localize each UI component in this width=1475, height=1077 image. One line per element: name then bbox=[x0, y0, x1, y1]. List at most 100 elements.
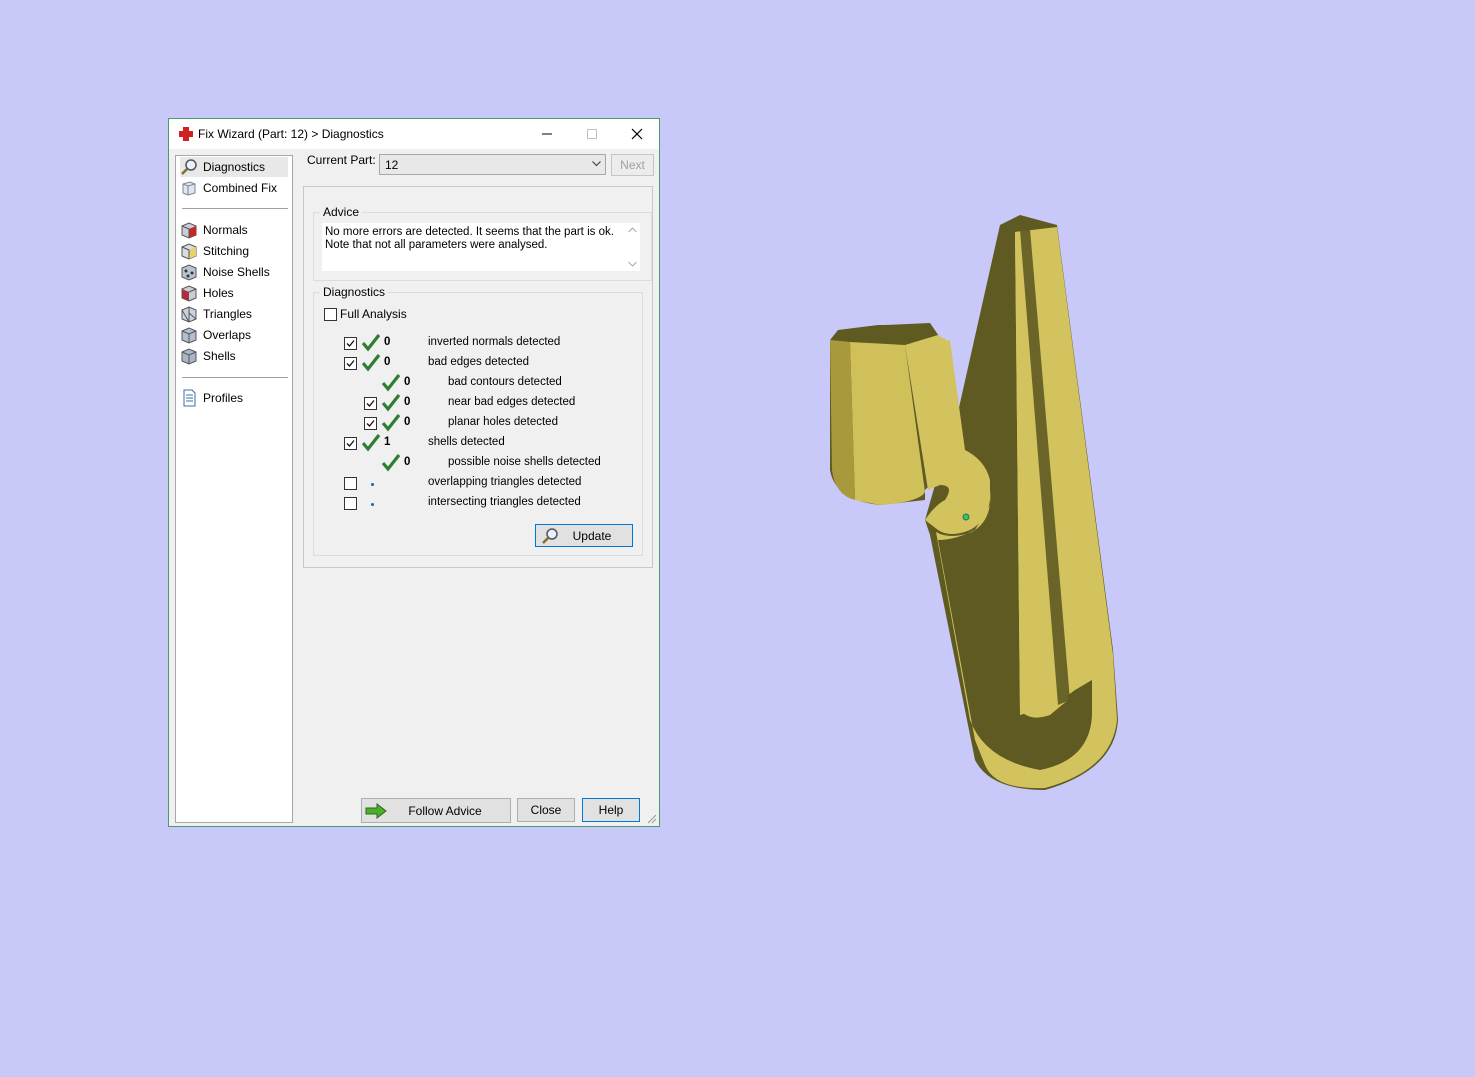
sidebar-item-overlaps[interactable]: Overlaps bbox=[180, 325, 288, 345]
close-button[interactable]: Close bbox=[517, 798, 575, 822]
diag-row-checkbox[interactable] bbox=[364, 397, 377, 410]
title-bar[interactable]: Fix Wizard (Part: 12) > Diagnostics bbox=[169, 119, 659, 149]
ok-check-icon bbox=[362, 334, 380, 352]
sidebar-item-triangles[interactable]: Triangles bbox=[180, 304, 288, 324]
sidebar-item-label: Noise Shells bbox=[203, 265, 270, 279]
model-origin-point bbox=[962, 513, 970, 521]
wizard-sidebar: Diagnostics Combined Fix Normals Stitchi… bbox=[175, 155, 293, 823]
ok-check-icon bbox=[382, 414, 400, 432]
ok-check-icon bbox=[382, 374, 400, 392]
magnifier-icon bbox=[181, 159, 197, 175]
checkmark-icon bbox=[366, 400, 375, 407]
diag-row-count: 0 bbox=[404, 376, 411, 388]
ok-check-icon bbox=[382, 394, 400, 412]
update-button-label: Update bbox=[572, 528, 612, 543]
diag-row-count: 0 bbox=[404, 396, 411, 408]
current-part-value: 12 bbox=[385, 158, 399, 172]
red-cross-icon bbox=[179, 127, 193, 141]
noise-shells-cube-icon bbox=[181, 264, 197, 281]
follow-advice-button[interactable]: Follow Advice bbox=[361, 798, 511, 823]
diag-row-checkbox[interactable] bbox=[364, 417, 377, 430]
sidebar-item-label: Normals bbox=[203, 223, 248, 237]
diag-row-label: overlapping triangles detected bbox=[428, 476, 582, 488]
diag-row-checkbox[interactable] bbox=[344, 477, 357, 490]
shells-cube-icon bbox=[181, 348, 197, 365]
fix-wizard-dialog: Fix Wizard (Part: 12) > Diagnostics Diag… bbox=[168, 118, 660, 827]
diag-row-label: shells detected bbox=[428, 436, 505, 448]
full-analysis-checkbox[interactable] bbox=[324, 308, 337, 321]
checkmark-icon bbox=[366, 420, 375, 427]
sidebar-item-label: Diagnostics bbox=[203, 160, 266, 174]
checkmark-icon bbox=[346, 340, 355, 347]
diag-row-label: inverted normals detected bbox=[428, 336, 561, 348]
diag-row-label: planar holes detected bbox=[448, 416, 558, 428]
minimize-button[interactable] bbox=[524, 119, 569, 149]
diag-row-label: near bad edges detected bbox=[448, 396, 576, 408]
sidebar-separator bbox=[182, 377, 288, 378]
diag-row-count: 0 bbox=[404, 416, 411, 428]
advice-textbox[interactable]: No more errors are detected. It seems th… bbox=[322, 223, 640, 271]
sidebar-item-label: Combined Fix bbox=[203, 181, 278, 195]
sidebar-item-shells[interactable]: Shells bbox=[180, 346, 288, 366]
sidebar-item-label: Triangles bbox=[203, 307, 252, 321]
overlaps-cube-icon bbox=[181, 327, 197, 344]
sidebar-item-label: Overlaps bbox=[203, 328, 252, 342]
sidebar-item-diagnostics[interactable]: Diagnostics bbox=[180, 157, 288, 177]
green-arrow-right-icon bbox=[365, 803, 387, 819]
combined-fix-icon bbox=[182, 181, 196, 196]
not-analysed-dot-icon bbox=[371, 503, 374, 506]
holes-cube-icon bbox=[181, 285, 197, 302]
diag-row-label: intersecting triangles detected bbox=[428, 496, 581, 508]
scroll-up-icon[interactable] bbox=[628, 227, 637, 233]
next-button[interactable]: Next bbox=[611, 154, 654, 176]
current-part-select[interactable]: 12 bbox=[379, 154, 606, 175]
profiles-document-icon bbox=[183, 389, 196, 407]
ok-check-icon bbox=[362, 354, 380, 372]
advice-text: No more errors are detected. It seems th… bbox=[325, 226, 614, 251]
checkmark-icon bbox=[346, 360, 355, 367]
sidebar-item-noise-shells[interactable]: Noise Shells bbox=[180, 262, 288, 282]
ok-check-icon bbox=[362, 434, 380, 452]
normals-cube-icon bbox=[181, 222, 197, 239]
maximize-icon bbox=[586, 129, 597, 139]
diagnostics-title: Diagnostics bbox=[320, 285, 389, 299]
sidebar-item-label: Profiles bbox=[203, 391, 244, 405]
sidebar-item-normals[interactable]: Normals bbox=[180, 220, 288, 240]
diag-row-count: 1 bbox=[384, 436, 391, 448]
sidebar-item-holes[interactable]: Holes bbox=[180, 283, 288, 303]
triangles-cube-icon bbox=[181, 306, 197, 323]
sidebar-item-stitching[interactable]: Stitching bbox=[180, 241, 288, 261]
resize-grip-icon[interactable] bbox=[647, 814, 657, 824]
sidebar-separator bbox=[182, 208, 288, 209]
diagnostics-group: Diagnostics Full Analysis 0 inverted nor… bbox=[313, 285, 643, 556]
diag-row-checkbox[interactable] bbox=[344, 497, 357, 510]
sidebar-item-label: Shells bbox=[203, 349, 236, 363]
chevron-down-icon bbox=[592, 161, 601, 167]
stitching-cube-icon bbox=[181, 243, 197, 260]
scroll-down-icon[interactable] bbox=[628, 261, 637, 267]
checkmark-icon bbox=[346, 440, 355, 447]
wizard-main-panel: Advice No more errors are detected. It s… bbox=[303, 186, 653, 568]
magnifier-icon bbox=[542, 528, 558, 544]
diag-row-count: 0 bbox=[384, 336, 391, 348]
close-window-button[interactable] bbox=[614, 119, 659, 149]
update-button[interactable]: Update bbox=[535, 524, 633, 547]
diag-row-checkbox[interactable] bbox=[344, 337, 357, 350]
diag-row-checkbox[interactable] bbox=[344, 437, 357, 450]
not-analysed-dot-icon bbox=[371, 483, 374, 486]
help-button[interactable]: Help bbox=[582, 798, 640, 822]
diag-row-checkbox[interactable] bbox=[344, 357, 357, 370]
sidebar-item-profiles[interactable]: Profiles bbox=[180, 388, 288, 408]
minimize-icon bbox=[541, 133, 552, 135]
sidebar-item-label: Holes bbox=[203, 286, 234, 300]
advice-group: Advice No more errors are detected. It s… bbox=[313, 205, 652, 281]
diag-row-count: 0 bbox=[404, 456, 411, 468]
diag-row-count: 0 bbox=[384, 356, 391, 368]
window-title: Fix Wizard (Part: 12) > Diagnostics bbox=[198, 127, 384, 141]
close-icon bbox=[631, 128, 642, 140]
advice-title: Advice bbox=[320, 205, 363, 219]
maximize-button[interactable] bbox=[569, 119, 614, 149]
sidebar-item-label: Stitching bbox=[203, 244, 250, 258]
sidebar-item-combined-fix[interactable]: Combined Fix bbox=[180, 178, 288, 198]
ok-check-icon bbox=[382, 454, 400, 472]
